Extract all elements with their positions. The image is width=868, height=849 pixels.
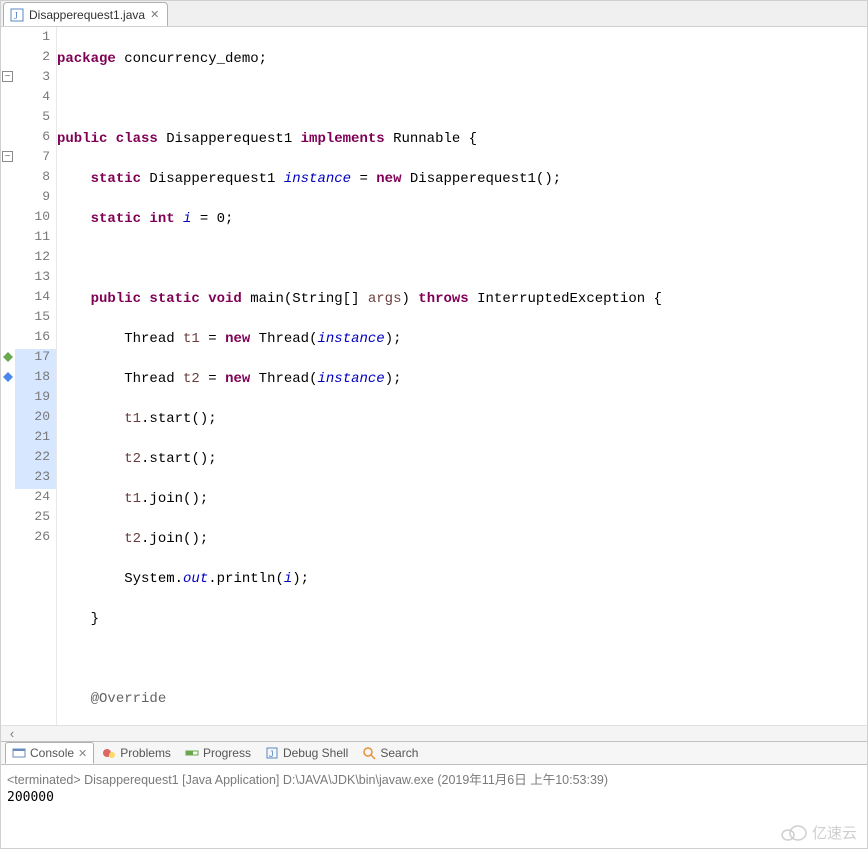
line-number: 2 — [15, 49, 56, 69]
line-number: 15 — [15, 309, 56, 329]
close-console-icon[interactable]: ✕ — [78, 747, 87, 760]
line-number: 23 — [15, 469, 56, 489]
console-tab[interactable]: Console ✕ — [5, 742, 94, 764]
line-number: 6 — [15, 129, 56, 149]
line-number: 11 — [15, 229, 56, 249]
line-number: 25 — [15, 509, 56, 529]
line-number: 5 — [15, 109, 56, 129]
line-number: 10 — [15, 209, 56, 229]
line-number: 4 — [15, 89, 56, 109]
override-marker-icon[interactable] — [3, 352, 13, 362]
java-file-icon: J — [10, 8, 24, 22]
search-tab[interactable]: Search — [356, 742, 424, 764]
line-number: 20 — [15, 409, 56, 429]
implements-marker-icon[interactable] — [3, 372, 13, 382]
editor-tab-label: Disapperequest1.java — [29, 8, 145, 22]
line-number: 8 — [15, 169, 56, 189]
progress-icon — [185, 746, 199, 760]
line-number: 12 — [15, 249, 56, 269]
editor-tab[interactable]: J Disapperequest1.java ✕ — [3, 2, 168, 26]
debug-icon: J — [265, 746, 279, 760]
scroll-left-icon[interactable]: ‹ — [5, 727, 19, 741]
line-number: 7 — [15, 149, 56, 169]
watermark: 亿速云 — [780, 822, 857, 843]
line-number: 3 — [15, 69, 56, 89]
progress-tab[interactable]: Progress — [179, 742, 257, 764]
line-number-gutter: 1 2 3 4 5 6 7 8 9 10 11 12 13 14 15 16 1… — [15, 27, 57, 725]
debug-shell-tab[interactable]: J Debug Shell — [259, 742, 354, 764]
line-number: 21 — [15, 429, 56, 449]
line-number: 22 — [15, 449, 56, 469]
line-number: 1 — [15, 29, 56, 49]
line-number: 17 — [15, 349, 56, 369]
search-icon — [362, 746, 376, 760]
horizontal-scrollbar[interactable]: ‹ — [1, 725, 867, 741]
line-number: 14 — [15, 289, 56, 309]
line-number: 24 — [15, 489, 56, 509]
console-icon — [12, 746, 26, 760]
code-area[interactable]: package package concurrency_demo;concurr… — [57, 27, 867, 725]
editor: − − 1 2 3 4 5 6 7 8 9 10 11 12 13 14 15 … — [1, 27, 867, 725]
line-number: 26 — [15, 529, 56, 549]
marker-column: − − — [1, 27, 15, 725]
problems-icon — [102, 746, 116, 760]
console-output: 200000 — [7, 790, 861, 805]
kw-public-class: public class — [57, 131, 166, 147]
line-number: 9 — [15, 189, 56, 209]
line-number: 13 — [15, 269, 56, 289]
fold-toggle-icon[interactable]: − — [2, 71, 13, 82]
line-number: 19 — [15, 389, 56, 409]
problems-tab[interactable]: Problems — [96, 742, 177, 764]
console-panel: <terminated> Disapperequest1 [Java Appli… — [1, 765, 867, 807]
fold-toggle-icon[interactable]: − — [2, 151, 13, 162]
svg-text:J: J — [14, 11, 18, 22]
bottom-tab-bar: Console ✕ Problems Progress J Debug Shel… — [1, 741, 867, 765]
line-number: 16 — [15, 329, 56, 349]
line-number: 18 — [15, 369, 56, 389]
console-header: <terminated> Disapperequest1 [Java Appli… — [7, 767, 861, 790]
editor-tab-bar: J Disapperequest1.java ✕ — [1, 1, 867, 27]
svg-text:J: J — [269, 749, 274, 759]
close-tab-icon[interactable]: ✕ — [150, 8, 159, 21]
